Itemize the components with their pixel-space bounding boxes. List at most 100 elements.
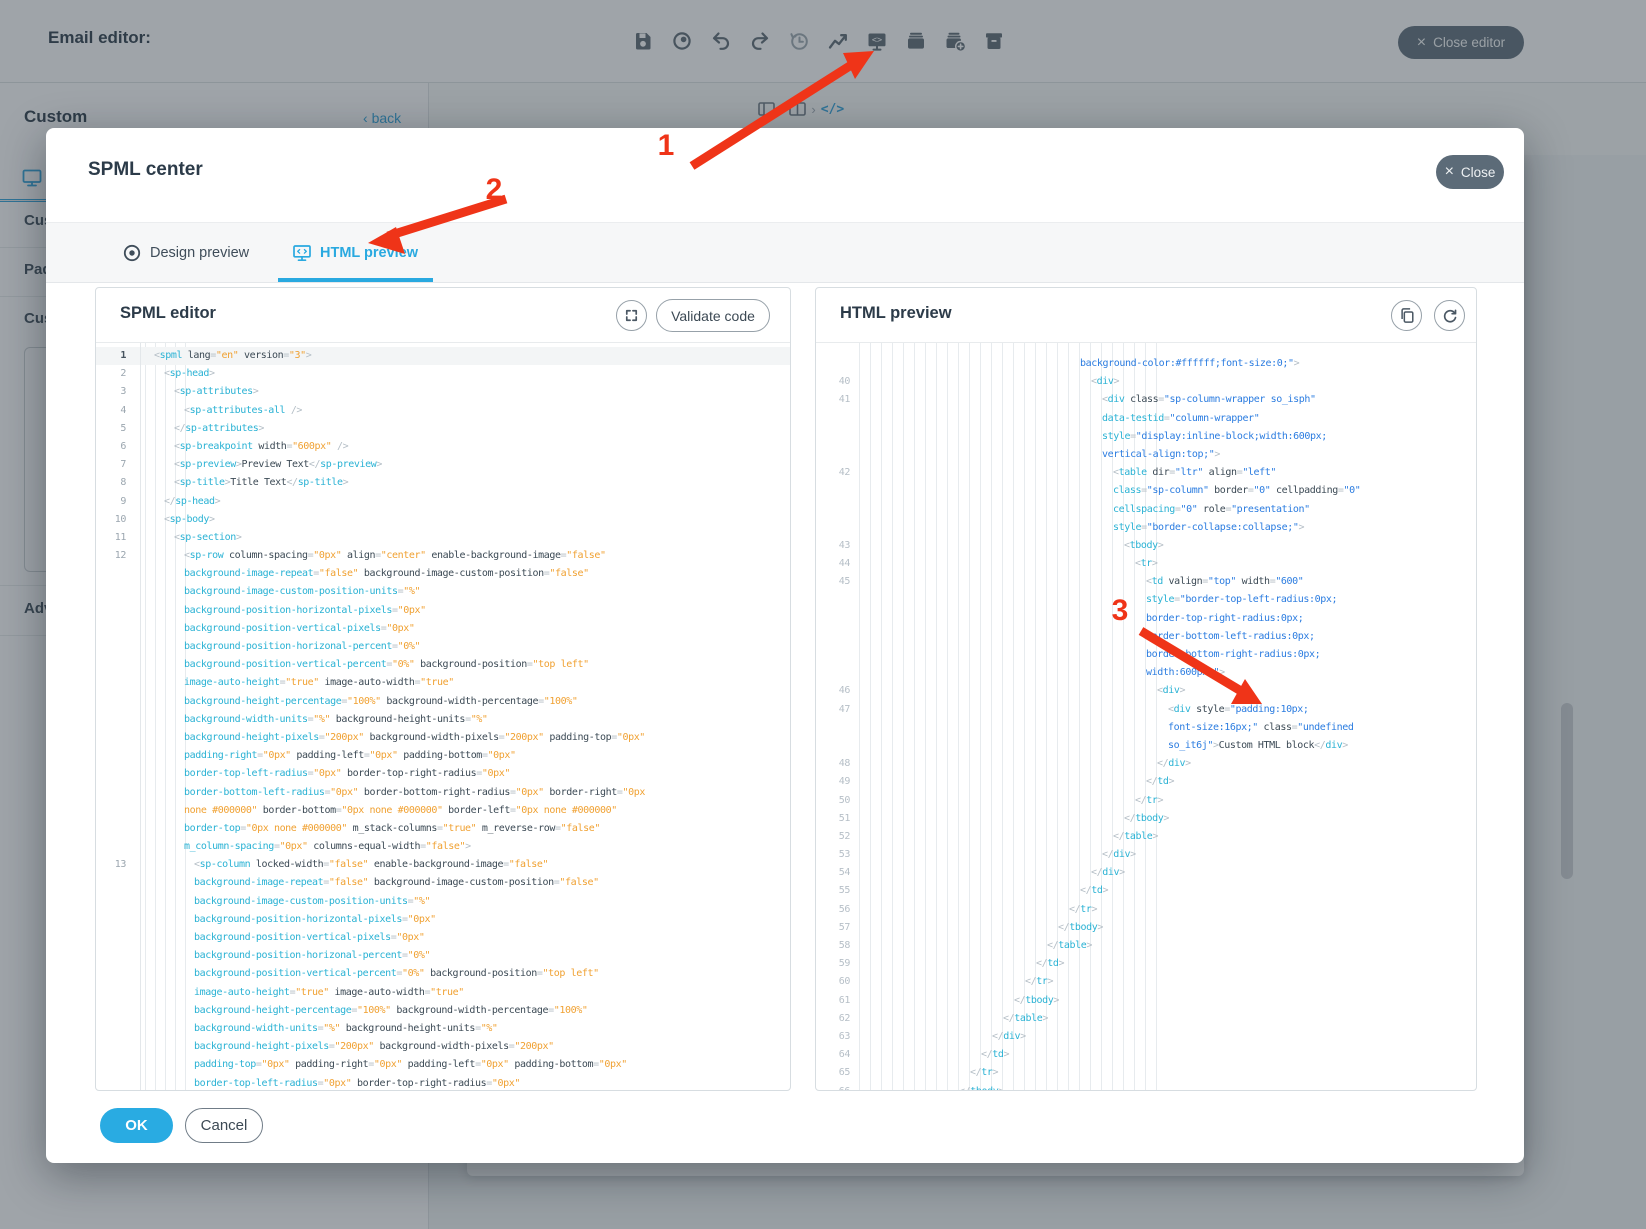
code-row: border-bottom-right-radius:0px; — [816, 646, 1476, 664]
code-row: background-image-custom-position-units="… — [96, 893, 790, 911]
code-row: font-size:16px;" class="undefined — [816, 719, 1476, 737]
code-row: background-position-vertical-percent="0%… — [96, 965, 790, 983]
tab-html-preview[interactable]: HTML preview — [293, 223, 418, 282]
code-row: class="sp-column" border="0" cellpadding… — [816, 482, 1476, 500]
code-row: 4<sp-attributes-all /> — [96, 402, 790, 420]
code-row: 9</sp-head> — [96, 493, 790, 511]
code-row: image-auto-height="true" image-auto-widt… — [96, 984, 790, 1002]
code-row: vertical-align:top;"> — [816, 446, 1476, 464]
code-row: background-height-pixels="200px" backgro… — [96, 1038, 790, 1056]
code-row: 52</table> — [816, 828, 1476, 846]
code-row: background-color:#ffffff;font-size:0;"> — [816, 355, 1476, 373]
code-row: 59</td> — [816, 955, 1476, 973]
ok-button[interactable]: OK — [100, 1108, 173, 1143]
code-row: 40<div> — [816, 373, 1476, 391]
code-row: width:600px;"> — [816, 664, 1476, 682]
active-tab-underline — [278, 278, 433, 282]
code-row: background-position-horizonal-percent="0… — [96, 638, 790, 656]
code-row: 55</td> — [816, 882, 1476, 900]
code-row: background-position-vertical-pixels="0px… — [96, 929, 790, 947]
code-row: style="border-collapse:collapse;"> — [816, 519, 1476, 537]
code-row: 43<tbody> — [816, 537, 1476, 555]
code-row: background-position-vertical-percent="0%… — [96, 656, 790, 674]
code-row: 6<sp-breakpoint width="600px" /> — [96, 438, 790, 456]
code-row: background-position-vertical-pixels="0px… — [96, 620, 790, 638]
code-row: cellspacing="0" role="presentation" — [816, 501, 1476, 519]
code-row: 61</tbody> — [816, 992, 1476, 1010]
code-row: m_column-spacing="0px" columns-equal-wid… — [96, 838, 790, 856]
code-row: 49</td> — [816, 773, 1476, 791]
code-row: background-image-custom-position-units="… — [96, 583, 790, 601]
code-row: border-top="0px none #000000" m_stack-co… — [96, 820, 790, 838]
code-row: 50</tr> — [816, 792, 1476, 810]
code-row: 62</table> — [816, 1010, 1476, 1028]
code-row: 56</tr> — [816, 901, 1476, 919]
code-row: 42<table dir="ltr" align="left" — [816, 464, 1476, 482]
spml-editor-panel: SPML editor Validate code 1<spml lang="e… — [95, 287, 791, 1091]
code-row: 46<div> — [816, 682, 1476, 700]
code-row: background-width-units="%" background-he… — [96, 711, 790, 729]
code-row: 64</td> — [816, 1046, 1476, 1064]
code-row: 58</table> — [816, 937, 1476, 955]
code-row: 12<sp-row column-spacing="0px" align="ce… — [96, 547, 790, 565]
code-row: border-bottom-left-radius:0px; — [816, 628, 1476, 646]
code-row: style="border-top-left-radius:0px; — [816, 591, 1476, 609]
code-row: 44<tr> — [816, 555, 1476, 573]
code-row: 3<sp-attributes> — [96, 383, 790, 401]
code-row: 10<sp-body> — [96, 511, 790, 529]
code-row: background-position-horizontal-pixels="0… — [96, 911, 790, 929]
code-row: 47<div style="padding:10px; — [816, 701, 1476, 719]
html-preview-code[interactable]: background-color:#ffffff;font-size:0;">4… — [816, 343, 1476, 1090]
code-row: background-width-units="%" background-he… — [96, 1020, 790, 1038]
code-row: border-top-left-radius="0px" border-top-… — [96, 1075, 790, 1091]
modal-title: SPML center — [88, 159, 203, 181]
refresh-icon — [1442, 308, 1458, 324]
code-row: 65</tr> — [816, 1064, 1476, 1082]
copy-icon — [1399, 307, 1415, 324]
monitor-code-icon — [293, 244, 311, 262]
code-row: 63</div> — [816, 1028, 1476, 1046]
code-row: 66</tbody> — [816, 1083, 1476, 1091]
html-preview-title: HTML preview — [840, 304, 952, 323]
code-row: 51</tbody> — [816, 810, 1476, 828]
modal-tabstrip: Design preview HTML preview — [46, 222, 1524, 283]
code-row: background-height-pixels="200px" backgro… — [96, 729, 790, 747]
code-row: 45<td valign="top" width="600" — [816, 573, 1476, 591]
spml-editor-title: SPML editor — [120, 304, 216, 323]
code-row: border-top-left-radius="0px" border-top-… — [96, 765, 790, 783]
code-row: 60</tr> — [816, 973, 1476, 991]
spml-center-modal: SPML center × Close Design preview HTML … — [46, 128, 1524, 1163]
modal-close-button[interactable]: × Close — [1436, 155, 1504, 189]
code-row: border-top-right-radius:0px; — [816, 610, 1476, 628]
code-row: background-height-percentage="100%" back… — [96, 1002, 790, 1020]
html-preview-panel: HTML preview background-color:#ffffff;fo… — [815, 287, 1477, 1091]
refresh-button[interactable] — [1434, 300, 1465, 331]
code-row: padding-right="0px" padding-left="0px" p… — [96, 747, 790, 765]
code-row: background-image-repeat="false" backgrou… — [96, 565, 790, 583]
code-row: 2<sp-head> — [96, 365, 790, 383]
code-row: 1<spml lang="en" version="3"> — [96, 347, 790, 365]
code-row: padding-top="0px" padding-right="0px" pa… — [96, 1056, 790, 1074]
code-row: data-testid="column-wrapper" — [816, 410, 1476, 428]
code-row: style="display:inline-block;width:600px; — [816, 428, 1476, 446]
code-row: 13<sp-column locked-width="false" enable… — [96, 856, 790, 874]
code-row: background-height-percentage="100%" back… — [96, 693, 790, 711]
code-row: background-position-horizonal-percent="0… — [96, 947, 790, 965]
expand-button[interactable] — [616, 300, 647, 331]
code-row: 7<sp-preview>Preview Text</sp-preview> — [96, 456, 790, 474]
cancel-button[interactable]: Cancel — [185, 1108, 263, 1143]
copy-button[interactable] — [1391, 300, 1422, 331]
close-icon: × — [1445, 164, 1454, 180]
code-row: 11<sp-section> — [96, 529, 790, 547]
code-row: 8<sp-title>Title Text</sp-title> — [96, 474, 790, 492]
validate-code-button[interactable]: Validate code — [656, 299, 770, 332]
code-row: 53</div> — [816, 846, 1476, 864]
spml-code-editor[interactable]: 1<spml lang="en" version="3">2<sp-head>3… — [96, 343, 790, 1090]
code-row: 5</sp-attributes> — [96, 420, 790, 438]
code-row: none #000000" border-bottom="0px none #0… — [96, 802, 790, 820]
eye-icon — [123, 244, 141, 262]
expand-icon — [623, 307, 640, 324]
code-row: so_it6j">Custom HTML block</div> — [816, 737, 1476, 755]
tab-design-preview[interactable]: Design preview — [123, 223, 249, 282]
screenshot-root: Email editor: — [0, 0, 1646, 1229]
